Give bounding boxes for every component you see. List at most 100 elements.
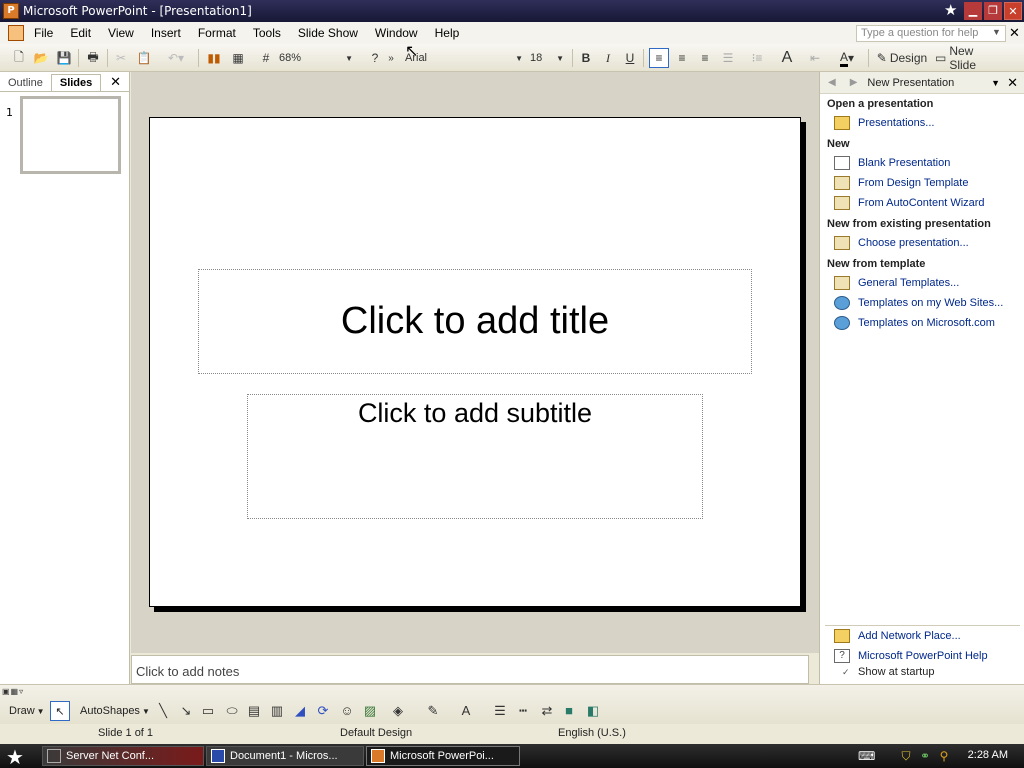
wordart-icon[interactable]: ◢ bbox=[292, 703, 308, 719]
link-general-templates[interactable]: General Templates... bbox=[834, 276, 959, 290]
close-icon[interactable]: ✕ bbox=[110, 74, 121, 90]
link-microsoft-templates[interactable]: Templates on Microsoft.com bbox=[834, 316, 995, 330]
paste-icon[interactable]: 📋 bbox=[136, 48, 152, 68]
menu-help[interactable]: Help bbox=[435, 26, 469, 40]
autoshapes-button[interactable]: AutoShapes ▼ bbox=[80, 701, 150, 721]
bullets-icon[interactable]: ⁝≡ bbox=[748, 48, 766, 68]
close-icon[interactable]: ✕ bbox=[1007, 75, 1018, 91]
align-center-icon[interactable]: ≡ bbox=[673, 48, 691, 68]
close-document-icon[interactable]: ✕ bbox=[1009, 25, 1020, 41]
keyboard-icon[interactable]: ⌨ bbox=[858, 749, 875, 763]
oval-icon[interactable]: ⬭ bbox=[224, 703, 240, 719]
menu-window[interactable]: Window bbox=[375, 26, 427, 40]
design-button[interactable]: ✎ Design bbox=[874, 48, 930, 68]
increase-font-icon[interactable]: A bbox=[777, 48, 797, 68]
zoom-select[interactable]: 68% ▼ bbox=[279, 49, 355, 67]
tab-outline[interactable]: Outline bbox=[0, 75, 51, 91]
font-size-select[interactable]: 18 ▼ bbox=[530, 49, 566, 67]
back-icon[interactable]: ◀ bbox=[828, 77, 836, 88]
draw-menu-button[interactable]: Draw ▼ bbox=[9, 701, 45, 721]
clip-art-icon[interactable]: ☺ bbox=[339, 703, 355, 719]
menu-insert[interactable]: Insert bbox=[151, 26, 190, 40]
tab-slides[interactable]: Slides bbox=[50, 74, 102, 91]
chevron-down-icon[interactable]: ▼ bbox=[991, 78, 1000, 88]
document-icon[interactable] bbox=[8, 25, 24, 41]
slide-thumbnail[interactable] bbox=[20, 96, 121, 174]
line-style-icon[interactable]: ☰ bbox=[492, 703, 508, 719]
menu-file[interactable]: File bbox=[34, 26, 62, 40]
link-presentations[interactable]: Presentations... bbox=[834, 116, 934, 130]
italic-button[interactable]: I bbox=[600, 48, 616, 68]
notes-pane[interactable]: Click to add notes bbox=[131, 655, 809, 684]
close-button[interactable]: ✕ bbox=[1004, 2, 1022, 20]
link-autocontent-wizard[interactable]: From AutoContent Wizard bbox=[834, 196, 985, 210]
menu-edit[interactable]: Edit bbox=[70, 26, 100, 40]
slide-canvas[interactable]: Click to add title Click to add subtitle bbox=[149, 117, 801, 607]
insert-table-icon[interactable]: ▦ bbox=[229, 48, 247, 68]
align-left-icon[interactable]: ≡ bbox=[649, 48, 669, 68]
bold-button[interactable]: B bbox=[578, 48, 594, 68]
cut-icon[interactable]: ✂ bbox=[113, 48, 129, 68]
help-icon[interactable]: ? bbox=[366, 48, 384, 68]
subtitle-placeholder[interactable]: Click to add subtitle bbox=[247, 394, 703, 519]
new-document-icon[interactable]: 🗋 bbox=[10, 48, 28, 68]
distribute-icon[interactable]: ☰ bbox=[719, 48, 737, 68]
open-folder-icon[interactable]: 📂 bbox=[32, 48, 50, 68]
insert-chart-icon[interactable]: ▮▮ bbox=[205, 48, 223, 68]
rectangle-icon[interactable]: ▭ bbox=[200, 703, 216, 719]
print-icon[interactable]: 🖶 bbox=[84, 48, 102, 68]
start-button[interactable]: ★ bbox=[6, 745, 24, 768]
taskbar-item-server-net[interactable]: Server Net Conf... bbox=[42, 746, 204, 766]
fill-color-icon[interactable]: ◈ bbox=[390, 703, 406, 719]
3d-style-icon[interactable]: ◧ bbox=[585, 703, 601, 719]
font-color-icon[interactable]: A ▾ bbox=[834, 48, 860, 68]
undo-icon[interactable]: ↶▾ bbox=[164, 48, 188, 68]
view-buttons-icon[interactable]: ▣▦▿ bbox=[2, 687, 24, 696]
arrow-style-icon[interactable]: ⇄ bbox=[539, 703, 555, 719]
diagram-icon[interactable]: ⟳ bbox=[315, 703, 331, 719]
select-pointer-icon[interactable]: ↖ bbox=[50, 701, 70, 721]
shadow-style-icon[interactable]: ■ bbox=[561, 703, 577, 719]
network-icon[interactable]: ⚭ bbox=[918, 749, 932, 763]
underline-button[interactable]: U bbox=[622, 48, 638, 68]
forward-icon[interactable]: ▶ bbox=[850, 77, 858, 88]
menu-view[interactable]: View bbox=[108, 26, 143, 40]
line-color-icon[interactable]: ✎ bbox=[425, 703, 441, 719]
search-icon[interactable]: ⚲ bbox=[937, 749, 951, 763]
text-box-icon[interactable]: ▤ bbox=[246, 703, 262, 719]
font-select[interactable]: Arial ▼ bbox=[405, 49, 525, 67]
minimize-button[interactable]: ▁ bbox=[964, 2, 982, 20]
link-blank-presentation[interactable]: Blank Presentation bbox=[834, 156, 950, 170]
title-placeholder[interactable]: Click to add title bbox=[198, 269, 752, 374]
show-at-startup-checkbox[interactable]: ✓ Show at startup bbox=[842, 666, 934, 678]
link-web-sites-templates[interactable]: Templates on my Web Sites... bbox=[834, 296, 1003, 310]
grid-icon[interactable]: # bbox=[258, 48, 274, 68]
menu-tools[interactable]: Tools bbox=[253, 26, 290, 40]
taskbar-item-powerpoint[interactable]: Microsoft PowerPoi... bbox=[366, 746, 520, 766]
link-choose-presentation[interactable]: Choose presentation... bbox=[834, 236, 969, 250]
help-search-input[interactable]: Type a question for help bbox=[856, 25, 1006, 42]
chevron-down-icon[interactable]: ▼ bbox=[992, 27, 1001, 37]
taskbar-item-document1[interactable]: Document1 - Micros... bbox=[206, 746, 364, 766]
arrow-icon[interactable]: ↘ bbox=[178, 703, 194, 719]
new-slide-button[interactable]: ▭ New Slide bbox=[935, 44, 1003, 72]
font-color-icon[interactable]: A bbox=[458, 703, 474, 719]
shield-icon[interactable]: ⛉ bbox=[899, 749, 913, 763]
powerpoint-icon[interactable]: P bbox=[3, 3, 19, 19]
link-design-template[interactable]: From Design Template bbox=[834, 176, 968, 190]
folder-icon bbox=[834, 116, 850, 130]
toolbar-options-icon[interactable]: » bbox=[386, 48, 396, 68]
outdent-icon[interactable]: ⇤ bbox=[806, 48, 824, 68]
menu-slide-show[interactable]: Slide Show bbox=[298, 26, 367, 40]
vertical-text-box-icon[interactable]: ▥ bbox=[269, 703, 285, 719]
star-icon[interactable]: ★ bbox=[944, 1, 957, 19]
dash-style-icon[interactable]: ┅ bbox=[515, 703, 531, 719]
maximize-button[interactable]: ❐ bbox=[984, 2, 1002, 20]
link-powerpoint-help[interactable]: ? Microsoft PowerPoint Help bbox=[834, 649, 988, 663]
line-icon[interactable]: ╲ bbox=[155, 703, 171, 719]
save-icon[interactable]: 💾 bbox=[55, 48, 73, 68]
picture-icon[interactable]: ▨ bbox=[362, 703, 378, 719]
align-right-icon[interactable]: ≡ bbox=[696, 48, 714, 68]
menu-format[interactable]: Format bbox=[198, 26, 245, 40]
link-add-network-place[interactable]: Add Network Place... bbox=[834, 629, 961, 643]
